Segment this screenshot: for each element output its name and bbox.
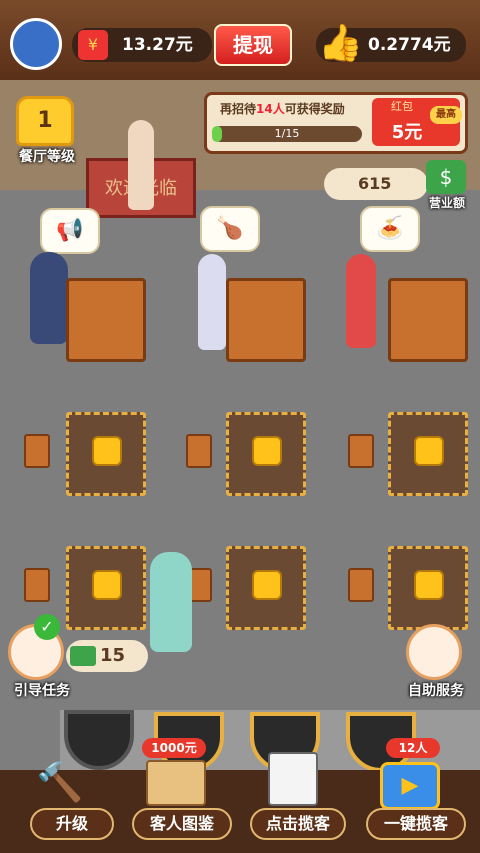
check-icon: ✓ [34, 614, 60, 640]
revenue-value: 615 [324, 168, 428, 200]
red-packet-icon: ¥ [78, 30, 108, 60]
guide-task-label: 引导任务 [14, 683, 70, 699]
lock-icon [92, 570, 122, 600]
one-key-badge: 12人 [386, 738, 440, 758]
service-bell-icon[interactable] [406, 624, 462, 680]
cash-stack-icon[interactable]: $ [426, 160, 466, 194]
reward-max-badge: 最高 [430, 106, 462, 124]
guest-catalog-button[interactable]: 客人图鉴 [132, 808, 232, 840]
click-attract-button[interactable]: 点击揽客 [250, 808, 346, 840]
like-value: 0.2774元 [368, 35, 451, 55]
dish-bubble-icon[interactable]: 🍝 [360, 206, 420, 252]
reward-value: 5元 [391, 122, 423, 143]
lock-icon [252, 570, 282, 600]
lock-icon [92, 436, 122, 466]
upgrade-button[interactable]: 升级 [30, 808, 114, 840]
hammer-wrench-icon: 🔨 [36, 760, 84, 804]
withdraw-button[interactable]: 提现 [214, 24, 292, 66]
task-progress-text: 1/15 [274, 127, 300, 140]
restaurant-level-label: 餐厅等级 [19, 149, 75, 165]
dining-table[interactable] [388, 278, 468, 362]
lock-icon [252, 436, 282, 466]
recruit-task-text: 再招待14人可获得奖励 [220, 102, 345, 116]
player-avatar[interactable] [10, 18, 62, 70]
balance-value: 13.27元 [122, 35, 193, 55]
guide-cash-value: 15 [100, 645, 126, 666]
cash-icon [70, 646, 96, 666]
chair [24, 568, 50, 602]
chair [348, 434, 374, 468]
customer-character [30, 252, 68, 344]
restaurant-level-crown-icon[interactable]: 1 [16, 96, 74, 146]
dining-table[interactable] [66, 278, 146, 362]
clipboard-icon [268, 752, 318, 806]
waitress-character [128, 120, 154, 210]
catalog-badge: 1000元 [142, 738, 206, 758]
dining-table[interactable] [226, 278, 306, 362]
reward-title: 红包 [391, 100, 413, 113]
one-key-attract-button[interactable]: 一键揽客 [366, 808, 466, 840]
lock-icon [414, 436, 444, 466]
chair [348, 568, 374, 602]
revenue-label: 营业额 [428, 196, 465, 210]
chair [186, 434, 212, 468]
play-video-icon: ▶ [380, 762, 440, 810]
customer-character [346, 254, 376, 348]
dish-bubble-icon[interactable]: 🍗 [200, 206, 260, 252]
thumbs-up-icon: 👍 [318, 23, 363, 64]
lock-icon [414, 570, 444, 600]
chair [24, 434, 50, 468]
self-service-label: 自助服务 [408, 683, 464, 699]
megaphone-bubble-icon[interactable]: 📢 [40, 208, 100, 254]
guest-book-icon [146, 760, 206, 806]
waitress-character [150, 552, 192, 652]
customer-character [198, 254, 226, 350]
